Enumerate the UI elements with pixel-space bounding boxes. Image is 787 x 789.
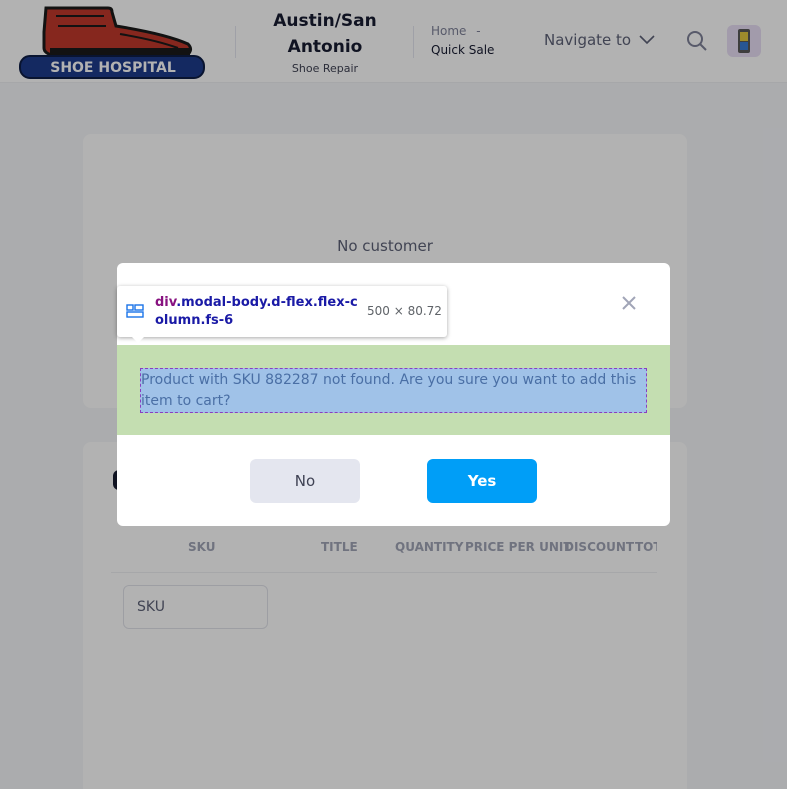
tooltip-arrow	[131, 336, 145, 343]
modal-message: Product with SKU 882287 not found. Are y…	[141, 372, 637, 409]
devtools-inspect-tooltip: div.modal-body.d-flex.flex-column.fs-6 5…	[117, 286, 447, 343]
devtools-tag: div	[155, 295, 177, 310]
devtools-size: 500 × 80.72	[367, 304, 442, 318]
devtools-classes: .modal-body.d-flex.flex-column.fs-6	[155, 295, 358, 328]
modal-body-content: Product with SKU 882287 not found. Are y…	[140, 368, 647, 413]
devtools-selector: div.modal-body.d-flex.flex-column.fs-6	[155, 294, 365, 330]
no-button[interactable]: No	[250, 459, 360, 503]
close-icon[interactable]	[619, 293, 639, 313]
layout-box-icon	[126, 304, 144, 318]
modal-body: Product with SKU 882287 not found. Are y…	[117, 345, 670, 435]
yes-button[interactable]: Yes	[427, 459, 537, 503]
